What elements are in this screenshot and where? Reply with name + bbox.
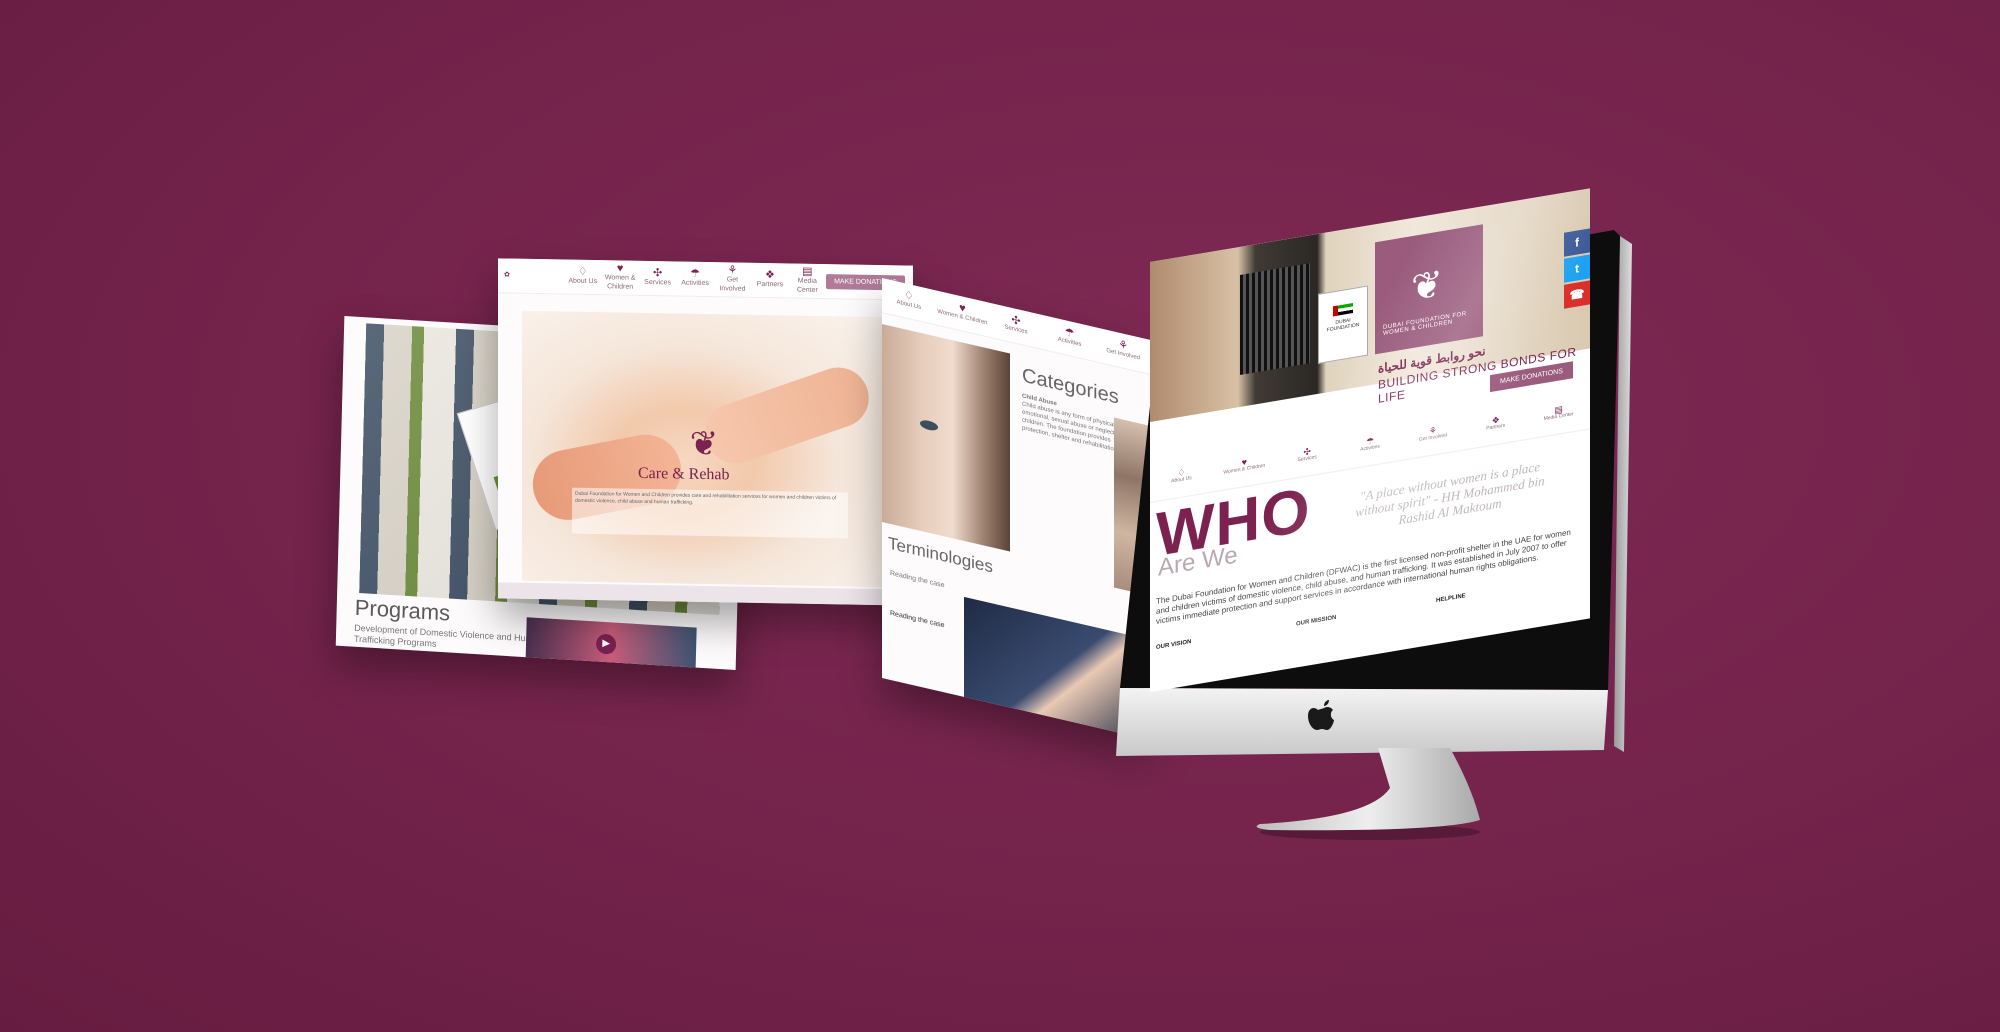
programs-title: Programs: [354, 594, 451, 626]
nav-item-services[interactable]: ✣ Services: [639, 267, 676, 288]
tab-our-mission[interactable]: OUR MISSION: [1296, 598, 1436, 628]
nav-item-activities[interactable]: ☂ Activities: [676, 267, 713, 288]
phone-icon[interactable]: ☎: [1564, 280, 1590, 309]
facebook-icon[interactable]: f: [1564, 228, 1590, 257]
play-icon[interactable]: ▶: [595, 633, 617, 655]
nav-item-get-involved[interactable]: ⚘ Get Involved: [1401, 422, 1464, 447]
imac-screen: DUBAI FOUNDATION ❦ DUBAI FOUNDATION FOR …: [1150, 188, 1590, 692]
twitter-icon[interactable]: t: [1564, 254, 1590, 283]
heart-icon: ♥: [616, 261, 624, 275]
nav-item-get-involved[interactable]: ⚘ Get Involved: [714, 263, 751, 294]
gate-image: [1240, 263, 1310, 375]
care-rehab-title: Care & Rehab: [638, 464, 730, 484]
org-name: DUBAI FOUNDATION FOR WOMEN & CHILDREN: [1383, 311, 1467, 338]
quote-text: "A place without women is a place withou…: [1355, 458, 1545, 528]
nav-item-women-children[interactable]: ♥ Women & Children: [601, 261, 638, 292]
involved-icon: ⚘: [727, 263, 738, 277]
social-bar: f t ☎: [1564, 228, 1590, 310]
butterfly-logo-icon: ❦: [1411, 262, 1443, 311]
media-icon: ▤: [802, 265, 813, 278]
hands-hero-image: ❦ Care & Rehab Dubai Foundation for Wome…: [522, 310, 882, 588]
nav-item-women-children[interactable]: ♥ Women & Children: [1213, 454, 1276, 479]
activities-icon: ☂: [690, 267, 700, 280]
nav-item-about[interactable]: ♢ About Us: [1150, 464, 1213, 489]
nav-item-media[interactable]: ▤ Media Center: [1527, 401, 1590, 426]
building-sign: DUBAI FOUNDATION: [1318, 285, 1368, 364]
about-icon: ♢: [577, 265, 588, 278]
nav-item-media[interactable]: ▤ Media Center: [789, 265, 826, 295]
top-nav: ✿ ♢ About Us ♥ Women & Children ✣ Services …: [498, 258, 913, 301]
term-item[interactable]: Reading the case: [890, 610, 944, 630]
nav-item-partners[interactable]: ❖ Partners: [751, 269, 788, 290]
nav-item-activities[interactable]: ☂ Activities: [1339, 433, 1402, 458]
nav-item-partners[interactable]: ❖ Partners: [1464, 412, 1527, 437]
services-icon: ✣: [652, 267, 663, 280]
nav-item-services[interactable]: ✣ Services: [989, 311, 1043, 341]
logo: ✿: [504, 271, 510, 279]
nav-item-activities[interactable]: ☂ Activities: [1043, 323, 1097, 353]
partners-icon: ❖: [764, 269, 775, 282]
uae-flag-icon: [1333, 303, 1353, 317]
eye-shape: [920, 418, 938, 432]
term-item[interactable]: Reading the case: [890, 570, 944, 590]
tab-our-vision[interactable]: OUR VISION: [1156, 622, 1296, 651]
video-thumbnail[interactable]: ▶: [525, 617, 697, 671]
nav-item-about[interactable]: ♢ About Us: [564, 265, 601, 287]
tab-helpline[interactable]: HELPLINE: [1436, 575, 1576, 604]
brand-logo-tile: ❦ DUBAI FOUNDATION FOR WOMEN & CHILDREN: [1375, 224, 1483, 355]
imac-stand: [1256, 748, 1480, 840]
stand-foot: [1256, 748, 1480, 831]
nav-item-women-children[interactable]: ♥ Women & Children: [936, 298, 990, 328]
nav-item-about[interactable]: ♢ About Us: [882, 286, 936, 316]
programs-subtitle: Development of Domestic Violence and Hum…: [353, 622, 544, 649]
woman-face-photo: [882, 324, 1010, 552]
nav-item-services[interactable]: ✣ Services: [1276, 443, 1339, 468]
butterfly-logo-icon: ❦: [689, 424, 719, 464]
care-rehab-page-mockup: ✿ ♢ About Us ♥ Women & Children ✣ Services …: [498, 258, 913, 606]
care-rehab-text: Dubai Foundation for Women and Children …: [572, 487, 848, 539]
imac-chin: [1116, 688, 1608, 756]
